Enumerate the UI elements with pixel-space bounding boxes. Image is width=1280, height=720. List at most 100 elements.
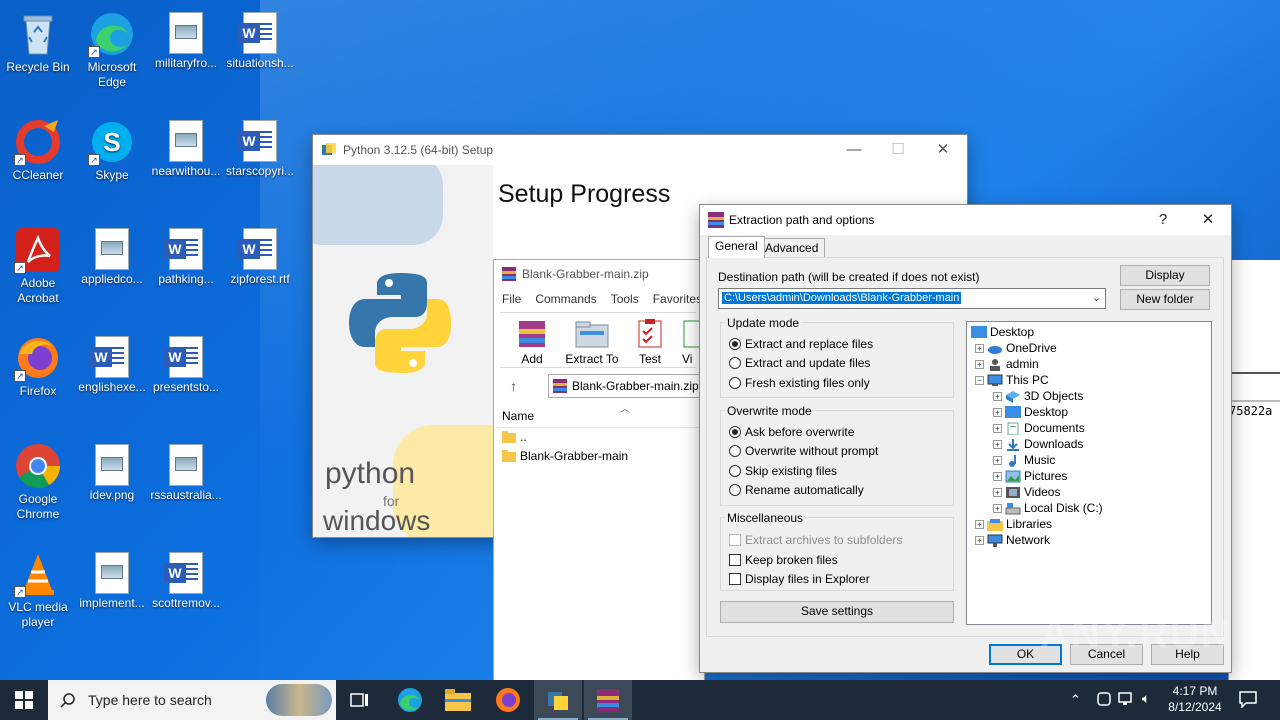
desktop-icon-firefox[interactable]: ↗ Firefox [0,330,76,399]
desktop-icon-nearwithou[interactable]: nearwithou... [148,114,224,179]
chevron-up-icon[interactable]: ⌃ [1070,692,1081,708]
menu-favorites[interactable]: Favorites [653,292,702,306]
task-view-button[interactable] [336,680,384,720]
radio-button[interactable] [729,357,741,369]
radio-ask-before[interactable]: Ask before overwrite [729,425,854,439]
tree-item-pictures[interactable]: + Pictures [993,468,1067,484]
folder-tree[interactable]: Desktop + OneDrive + admin − This PC +3D Ob… [966,321,1212,625]
desktop-icon-starscopyri[interactable]: W starscopyri... [222,114,298,179]
radio-fresh-existing[interactable]: Fresh existing files only [729,376,870,390]
menu-file[interactable]: File [502,292,521,306]
expand-icon[interactable]: + [993,503,1002,513]
expand-icon[interactable]: + [993,439,1002,449]
column-header-name[interactable]: Name ︿ [496,404,704,428]
expand-icon[interactable]: + [993,391,1002,401]
tree-item-documents[interactable]: + Documents [993,420,1085,436]
expand-icon[interactable]: + [975,343,984,353]
new-folder-button[interactable]: New folder [1120,289,1210,310]
tree-item-music[interactable]: + Music [993,452,1055,468]
tab-general[interactable]: General [708,236,765,258]
clock[interactable]: 4:17 PM 8/12/2024 [1164,683,1226,715]
close-button[interactable]: ✕ [1185,205,1231,235]
radio-button[interactable] [729,484,741,496]
collapse-icon[interactable]: − [975,375,984,385]
checkbox-display-explorer[interactable]: Display files in Explorer [729,572,870,586]
tree-item-3d-objects[interactable]: +3D Objects [993,388,1083,404]
up-arrow-icon[interactable]: ↑ [510,378,517,394]
desktop-icon-zipforest[interactable]: W zipforest.rtf [222,222,298,287]
radio-overwrite-without[interactable]: Overwrite without prompt [729,444,878,458]
tree-item-network[interactable]: + Network [975,532,1050,548]
tree-item-downloads[interactable]: + Downloads [993,436,1083,452]
tree-item-videos[interactable]: + Videos [993,484,1060,500]
radio-rename-auto[interactable]: Rename automatically [729,483,864,497]
desktop-icon-edge[interactable]: ↗ Microsoft Edge [74,6,150,90]
desktop-icon-scottremov[interactable]: W scottremov... [148,546,224,611]
radio-extract-update[interactable]: Extract and update files [729,356,870,370]
expand-icon[interactable]: + [993,487,1002,497]
winrar-window[interactable]: Blank-Grabber-main.zip File Commands Too… [494,260,704,680]
radio-extract-replace[interactable]: Extract and replace files [729,337,873,351]
checkbox-keep-broken[interactable]: Keep broken files [729,553,838,567]
list-item[interactable]: .. [502,430,527,444]
menu-commands[interactable]: Commands [535,292,596,306]
desktop-icon-ccleaner[interactable]: ↗ CCleaner [0,114,76,183]
tree-item-desktop-pc[interactable]: + Desktop [993,404,1068,420]
desktop-icon-idev[interactable]: idev.png [74,438,150,503]
expand-icon[interactable]: + [993,471,1002,481]
expand-icon[interactable]: + [975,535,984,545]
volume-icon[interactable]: 🔈︎ [1142,690,1150,707]
destination-path-input[interactable]: C:\Users\admin\Downloads\Blank-Grabber-m… [718,288,1106,309]
desktop-icon-google-chrome[interactable]: Google Chrome [0,438,76,522]
close-button[interactable]: ✕ [920,135,966,165]
checkbox[interactable] [729,554,741,566]
desktop-icon-skype[interactable]: S ↗ Skype [74,114,150,183]
notifications-icon[interactable] [1238,690,1258,711]
extract-to-button[interactable]: Extract To [564,317,620,366]
security-icon[interactable] [1096,691,1112,710]
radio-button[interactable] [729,377,741,389]
tree-item-admin[interactable]: + admin [975,356,1039,372]
tree-item-local-disk[interactable]: + Local Disk (C:) [993,500,1103,516]
taskbar-edge[interactable] [386,680,434,720]
maximize-button[interactable]: ☐ [875,135,921,165]
view-button[interactable]: Vi [682,317,702,366]
expand-icon[interactable]: + [993,407,1002,417]
expand-icon[interactable]: + [993,423,1002,433]
radio-button[interactable] [729,338,741,350]
taskbar-file-explorer[interactable] [434,680,482,720]
radio-button[interactable] [729,426,741,438]
extraction-dialog[interactable]: Extraction path and options ? ✕ General … [700,205,1231,672]
taskbar-python-setup[interactable] [534,680,582,720]
minimize-button[interactable]: — [831,135,877,165]
test-button[interactable]: Test [630,317,670,366]
menu-tools[interactable]: Tools [611,292,639,306]
expand-icon[interactable]: + [975,519,984,529]
desktop-icon-implement[interactable]: implement... [74,546,150,611]
list-item[interactable]: Blank-Grabber-main [502,449,628,463]
expand-icon[interactable]: + [975,359,984,369]
radio-button[interactable] [729,465,741,477]
add-button[interactable]: Add [510,317,554,366]
taskbar-winrar[interactable] [584,680,632,720]
checkbox[interactable] [729,573,741,585]
chevron-down-icon[interactable]: ⌄ [1092,291,1101,304]
radio-button[interactable] [729,445,741,457]
desktop-icon-rssaustralia[interactable]: rssaustralia... [148,438,224,503]
expand-icon[interactable]: + [993,455,1002,465]
desktop-icon-englishexe[interactable]: W englishexe... [74,330,150,395]
tree-item-onedrive[interactable]: + OneDrive [975,340,1057,356]
display-button[interactable]: Display [1120,265,1210,286]
network-icon[interactable] [1118,691,1136,710]
address-bar[interactable]: Blank-Grabber-main.zip [548,374,704,398]
help-question-button[interactable]: ? [1140,205,1186,235]
desktop-icon-recycle-bin[interactable]: Recycle Bin [0,6,76,75]
desktop-icon-militaryfro[interactable]: militaryfro... [148,6,224,71]
desktop-icon-situationsh[interactable]: W situationsh... [222,6,298,71]
desktop-icon-presentsto[interactable]: W presentsto... [148,330,224,395]
desktop-icon-pathking[interactable]: W pathking... [148,222,224,287]
tree-item-libraries[interactable]: + Libraries [975,516,1052,532]
radio-skip-existing[interactable]: Skip existing files [729,464,837,478]
tree-item-desktop[interactable]: Desktop [971,324,1034,340]
desktop-icon-vlc[interactable]: ↗ VLC media player [0,546,76,630]
